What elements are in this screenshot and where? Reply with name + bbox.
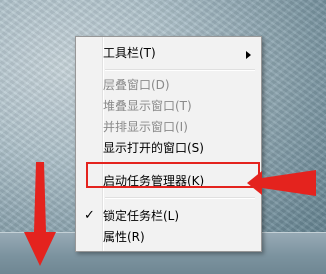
annotation-layer <box>24 162 316 266</box>
red-arrow-pointer <box>247 170 316 196</box>
red-arrow-down <box>24 162 56 266</box>
